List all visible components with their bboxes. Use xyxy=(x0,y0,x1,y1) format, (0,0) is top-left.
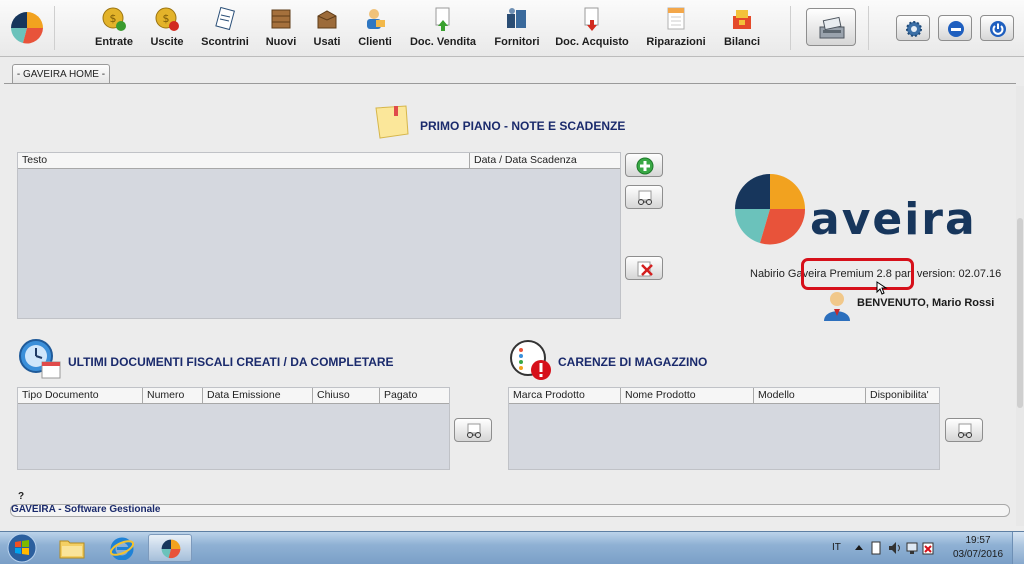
clock-time[interactable]: 19:57 xyxy=(956,535,1000,546)
svg-text:$: $ xyxy=(110,12,117,25)
notes-col-testo[interactable]: Testo xyxy=(18,153,470,168)
show-hidden-icons-icon[interactable] xyxy=(854,543,864,553)
svg-text:$: $ xyxy=(163,12,170,25)
view-document-button[interactable] xyxy=(454,418,492,442)
delete-icon xyxy=(637,261,653,277)
action-center-icon[interactable] xyxy=(870,541,882,555)
supplier-icon xyxy=(507,8,526,28)
folder-icon xyxy=(59,540,85,559)
tab-divider xyxy=(4,83,1016,84)
documents-table-header: Tipo Documento Numero Data Emissione Chi… xyxy=(18,388,449,404)
stock-col-nome[interactable]: Nome Prodotto xyxy=(621,388,754,403)
stock-table[interactable]: Marca Prodotto Nome Prodotto Modello Dis… xyxy=(508,387,940,470)
tab-gaveira-home[interactable]: - GAVEIRA HOME - xyxy=(12,64,110,84)
power-status-icon[interactable] xyxy=(922,541,934,555)
stock-col-disponibilita[interactable]: Disponibilita' xyxy=(866,388,939,403)
cash-register-button[interactable] xyxy=(806,8,856,46)
toolbar-uscite-button[interactable]: $ Uscite xyxy=(146,4,188,52)
volume-icon[interactable] xyxy=(888,541,902,555)
help-label[interactable]: ? xyxy=(18,491,24,502)
notes-col-data[interactable]: Data / Data Scadenza xyxy=(470,153,620,168)
toolbar-clienti-button[interactable]: Clienti xyxy=(354,4,396,52)
windows-taskbar: IT 19:57 03/07/2016 xyxy=(0,531,1024,564)
glasses-icon xyxy=(638,190,652,205)
gear-icon xyxy=(906,21,922,37)
toolbar-doc-vendita-button[interactable]: Doc. Vendita xyxy=(406,4,480,52)
notes-table-header: Testo Data / Data Scadenza xyxy=(18,153,620,169)
user-avatar-icon xyxy=(824,292,850,321)
version-highlight-box xyxy=(801,258,914,290)
documents-col-tipo[interactable]: Tipo Documento xyxy=(18,388,143,403)
documents-table[interactable]: Tipo Documento Numero Data Emissione Chi… xyxy=(17,387,450,470)
toolbar-entrate-button[interactable]: $ Entrate xyxy=(92,4,136,52)
gaveira-app-icon xyxy=(161,539,181,559)
used-box-icon xyxy=(317,10,337,29)
language-indicator[interactable]: IT xyxy=(832,542,841,553)
stock-table-header: Marca Prodotto Nome Prodotto Modello Dis… xyxy=(509,388,939,404)
glasses-icon xyxy=(958,423,972,438)
stock-alert-icon xyxy=(510,340,551,380)
status-bar: GAVEIRA - Software Gestionale xyxy=(10,504,1010,517)
minimize-button[interactable] xyxy=(938,15,972,41)
balance-icon xyxy=(733,10,751,29)
coin-out-icon: $ xyxy=(155,7,179,31)
show-desktop-button[interactable] xyxy=(1012,532,1024,564)
stock-col-marca[interactable]: Marca Prodotto xyxy=(509,388,621,403)
scrollbar-thumb[interactable] xyxy=(1017,218,1023,408)
toolbar-nuovi-button[interactable]: Nuovi xyxy=(262,4,300,52)
toolbar-doc-acquisto-button[interactable]: Doc. Acquisto xyxy=(554,4,630,52)
new-box-icon xyxy=(271,9,291,29)
taskbar-explorer[interactable] xyxy=(50,534,94,562)
delete-note-button[interactable] xyxy=(625,256,663,280)
add-note-button[interactable] xyxy=(625,153,663,177)
receipt-icon xyxy=(215,6,235,31)
stock-section-title: CARENZE DI MAGAZZINO xyxy=(558,355,708,369)
start-button-icon[interactable] xyxy=(4,533,40,563)
documents-col-pagato[interactable]: Pagato xyxy=(380,388,449,403)
settings-button[interactable] xyxy=(896,15,930,41)
internet-explorer-icon xyxy=(109,537,135,560)
power-icon xyxy=(990,21,1006,37)
sticky-note-icon xyxy=(375,105,409,139)
toolbar-riparazioni-button[interactable]: Riparazioni xyxy=(642,4,710,52)
main-toolbar: $ Entrate $ Uscite Scontrini Nuovi Usati… xyxy=(0,0,1024,57)
client-icon xyxy=(367,9,385,29)
notes-table[interactable]: Testo Data / Data Scadenza xyxy=(17,152,621,319)
brand-wordmark: aveira xyxy=(810,194,977,245)
purchase-doc-icon xyxy=(584,7,599,31)
documents-section-title: ULTIMI DOCUMENTI FISCALI CREATI / DA COM… xyxy=(68,355,394,369)
plus-icon xyxy=(636,157,654,175)
toolbar-usati-button[interactable]: Usati xyxy=(308,4,346,52)
view-stock-button[interactable] xyxy=(945,418,983,442)
repair-icon xyxy=(667,7,685,30)
network-icon[interactable] xyxy=(906,541,918,555)
view-note-button[interactable] xyxy=(625,185,663,209)
taskbar-gaveira[interactable] xyxy=(148,534,192,562)
taskbar-internet-explorer[interactable] xyxy=(100,534,144,562)
power-button[interactable] xyxy=(980,15,1014,41)
app-logo-icon[interactable] xyxy=(10,11,44,45)
sale-doc-icon xyxy=(435,7,450,31)
toolbar-scontrini-button[interactable]: Scontrini xyxy=(198,4,252,52)
stock-col-modello[interactable]: Modello xyxy=(754,388,866,403)
status-text: GAVEIRA - Software Gestionale xyxy=(11,504,161,515)
cash-register-icon xyxy=(819,16,845,39)
welcome-label: BENVENUTO, Mario Rossi xyxy=(857,297,995,309)
minimize-icon xyxy=(948,21,964,37)
coin-in-icon: $ xyxy=(102,7,126,31)
toolbar-fornitori-button[interactable]: Fornitori xyxy=(490,4,544,52)
toolbar-bilanci-button[interactable]: Bilanci xyxy=(720,4,764,52)
notes-section-title: PRIMO PIANO - NOTE E SCADENZE xyxy=(420,119,626,133)
mouse-cursor-icon xyxy=(876,281,888,295)
glasses-icon xyxy=(467,423,481,438)
calendar-clock-icon xyxy=(19,339,61,379)
documents-col-numero[interactable]: Numero xyxy=(143,388,203,403)
clock-date[interactable]: 03/07/2016 xyxy=(952,549,1004,560)
documents-col-chiuso[interactable]: Chiuso xyxy=(313,388,380,403)
documents-col-data[interactable]: Data Emissione xyxy=(203,388,313,403)
